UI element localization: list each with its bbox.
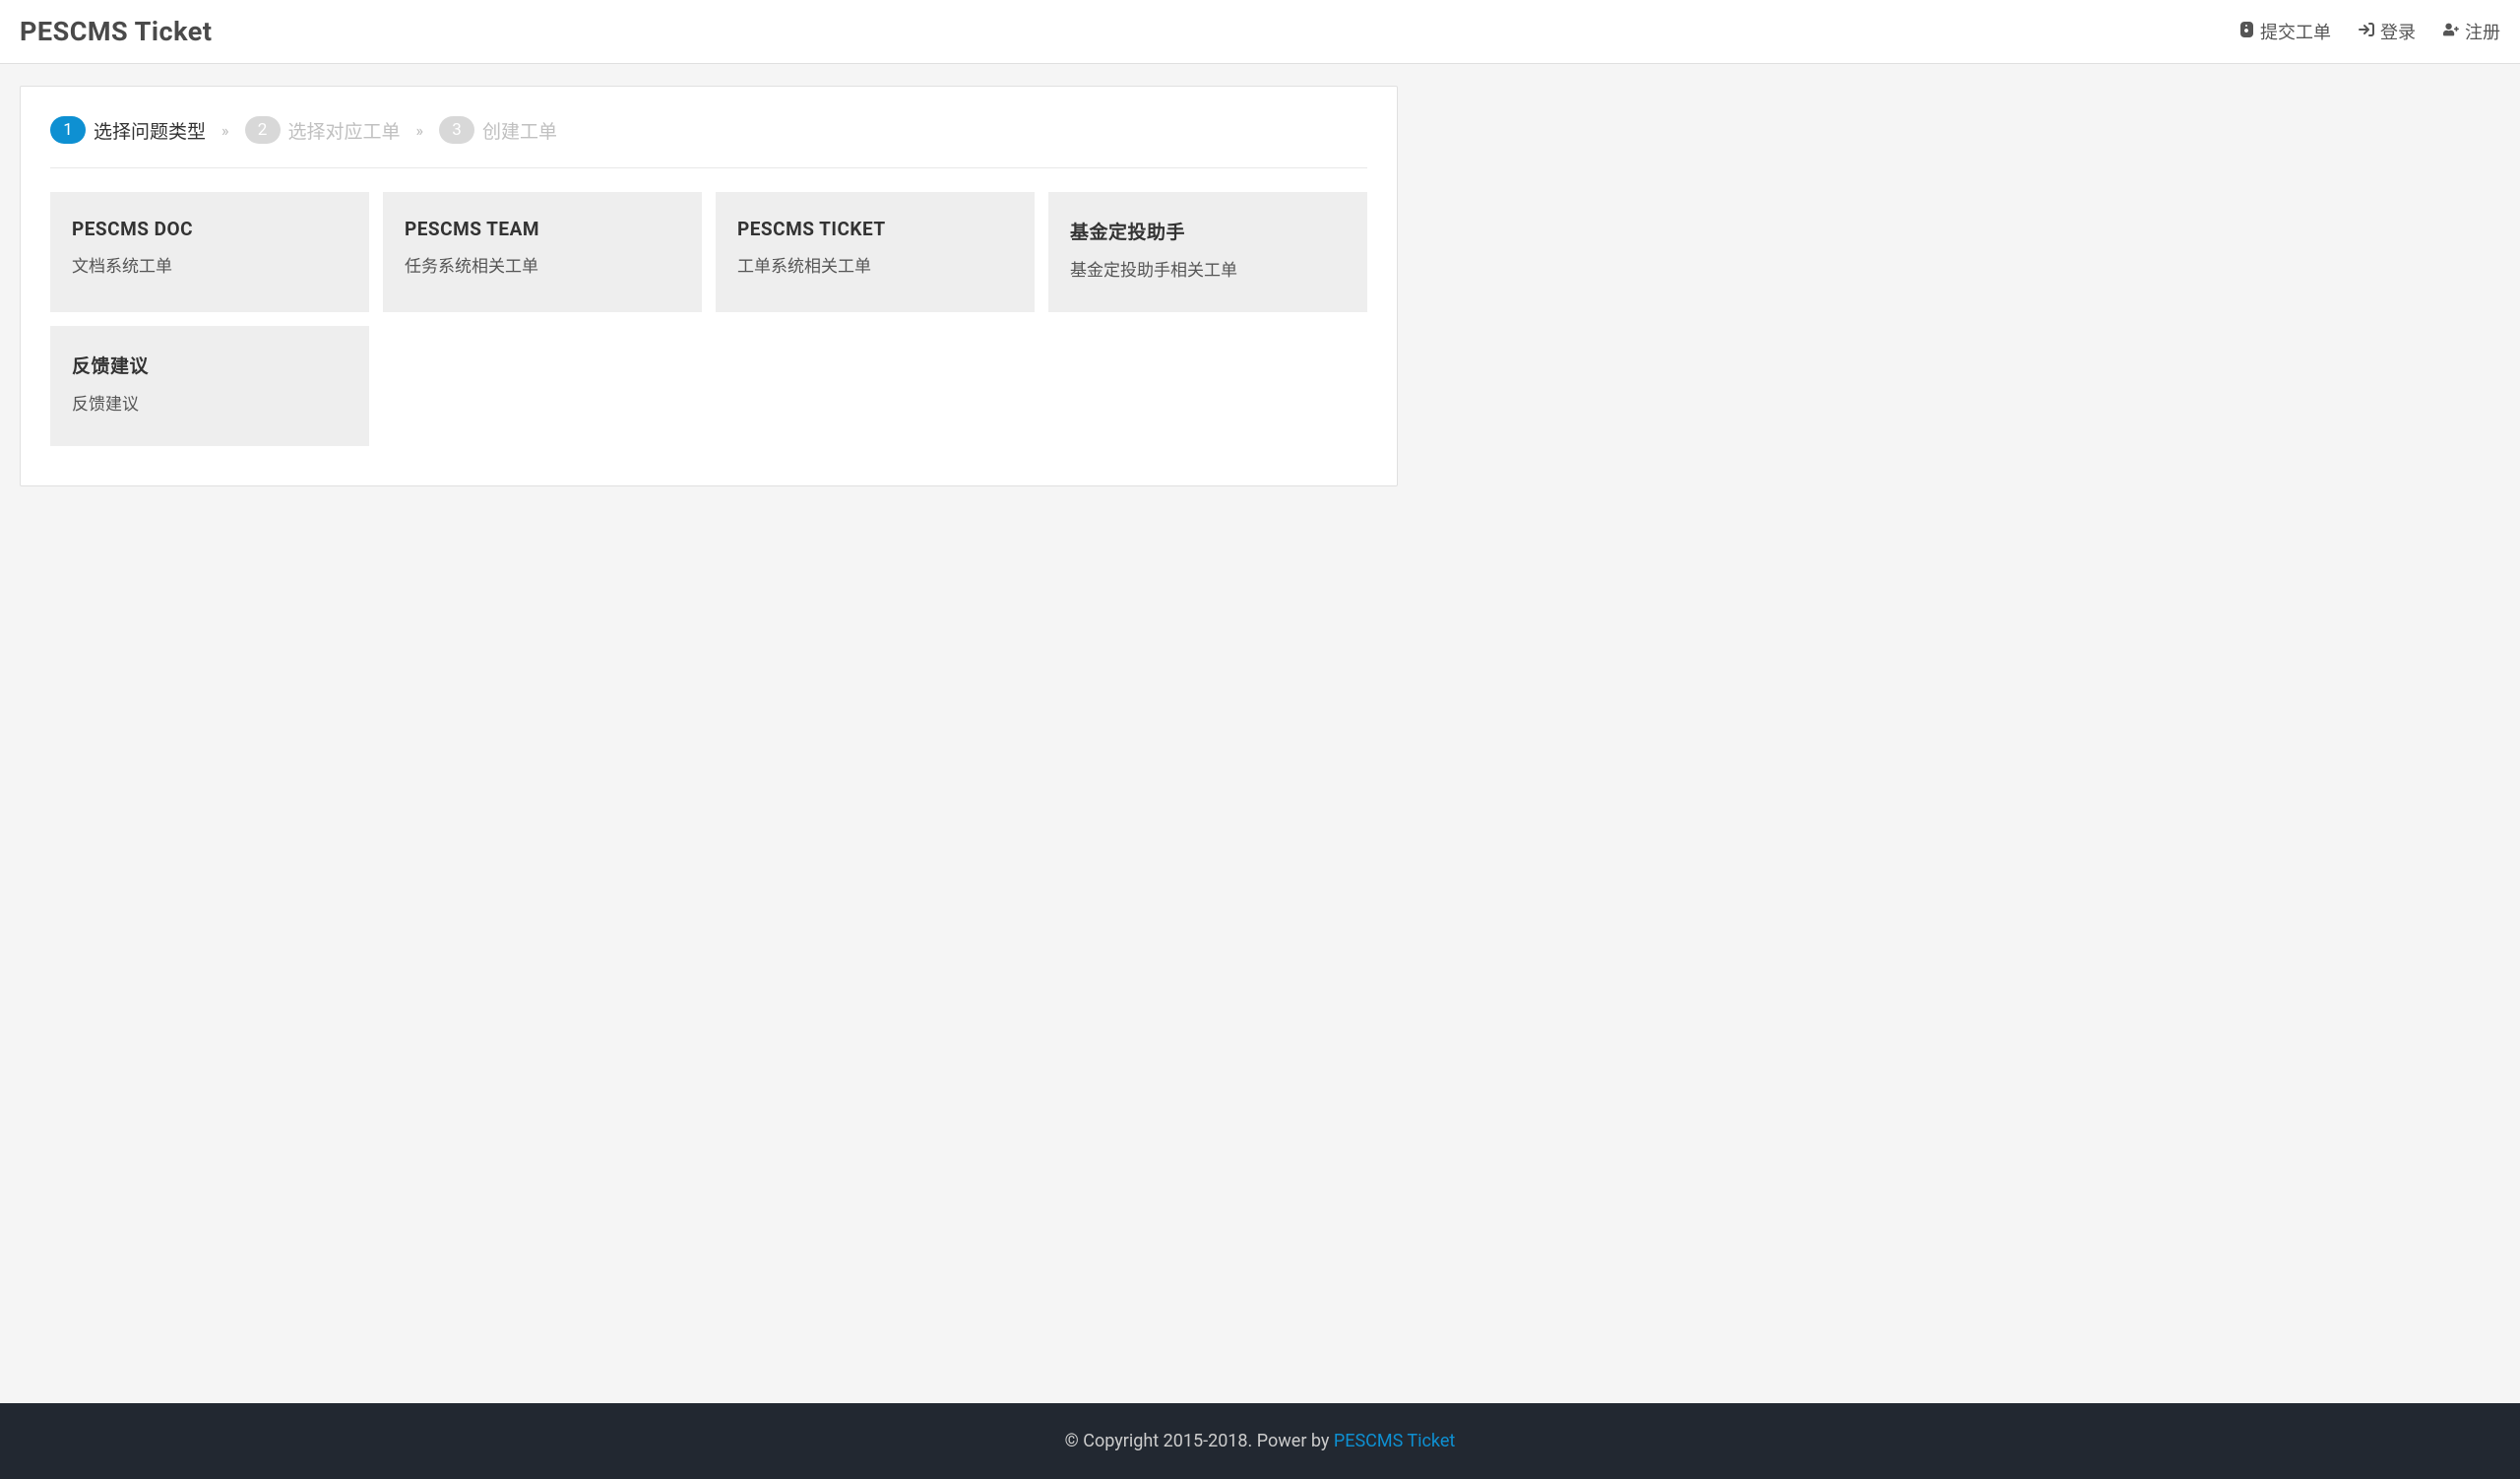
- nav-right: 提交工单 登录 注册: [2238, 19, 2500, 44]
- category-card-pescms-doc[interactable]: PESCMS DOC 文档系统工单: [50, 192, 369, 312]
- login-icon: [2359, 22, 2374, 42]
- category-desc: 反馈建议: [72, 390, 347, 415]
- nav-label: 登录: [2380, 19, 2416, 44]
- category-card-feedback[interactable]: 反馈建议 反馈建议: [50, 326, 369, 446]
- category-desc: 基金定投助手相关工单: [1070, 256, 1346, 281]
- ticket-icon: [2238, 22, 2254, 42]
- nav-label: 注册: [2465, 19, 2500, 44]
- step-number: 3: [439, 116, 474, 144]
- register-link[interactable]: 注册: [2443, 19, 2500, 44]
- user-plus-icon: [2443, 22, 2459, 42]
- category-title: PESCMS DOC: [72, 218, 347, 240]
- category-desc: 工单系统相关工单: [737, 252, 1013, 277]
- category-grid: PESCMS DOC 文档系统工单 PESCMS TEAM 任务系统相关工单 P…: [50, 192, 1367, 446]
- nav-label: 提交工单: [2260, 19, 2331, 44]
- step-label: 选择对应工单: [288, 117, 401, 144]
- step-label: 选择问题类型: [94, 117, 206, 144]
- login-link[interactable]: 登录: [2359, 19, 2416, 44]
- footer-link[interactable]: PESCMS Ticket: [1334, 1431, 1455, 1451]
- header: PESCMS Ticket 提交工单 登录 注册: [0, 0, 2520, 64]
- submit-ticket-link[interactable]: 提交工单: [2238, 19, 2331, 44]
- step-number: 2: [245, 116, 281, 144]
- category-card-fund-helper[interactable]: 基金定投助手 基金定投助手相关工单: [1048, 192, 1367, 312]
- category-desc: 文档系统工单: [72, 252, 347, 277]
- step-1: 1 选择问题类型: [50, 116, 206, 144]
- chevron-right-icon: »: [221, 121, 229, 140]
- main-container: 1 选择问题类型 » 2 选择对应工单 » 3 创建工单 PESCMS DOC …: [0, 64, 2520, 1403]
- steps-breadcrumb: 1 选择问题类型 » 2 选择对应工单 » 3 创建工单: [50, 116, 1367, 168]
- category-title: 反馈建议: [72, 352, 347, 378]
- category-title: PESCMS TEAM: [405, 218, 680, 240]
- category-title: PESCMS TICKET: [737, 218, 1013, 240]
- chevron-right-icon: »: [416, 121, 424, 140]
- step-number: 1: [50, 116, 86, 144]
- step-2: 2 选择对应工单: [245, 116, 401, 144]
- step-label: 创建工单: [482, 117, 557, 144]
- footer: © Copyright 2015-2018. Power by PESCMS T…: [0, 1403, 2520, 1479]
- category-card-pescms-team[interactable]: PESCMS TEAM 任务系统相关工单: [383, 192, 702, 312]
- copyright-text: © Copyright 2015-2018. Power by: [1065, 1431, 1334, 1451]
- step-3: 3 创建工单: [439, 116, 557, 144]
- category-desc: 任务系统相关工单: [405, 252, 680, 277]
- category-card-pescms-ticket[interactable]: PESCMS TICKET 工单系统相关工单: [716, 192, 1035, 312]
- content-card: 1 选择问题类型 » 2 选择对应工单 » 3 创建工单 PESCMS DOC …: [20, 86, 1398, 486]
- logo[interactable]: PESCMS Ticket: [20, 16, 212, 47]
- category-title: 基金定投助手: [1070, 218, 1346, 244]
